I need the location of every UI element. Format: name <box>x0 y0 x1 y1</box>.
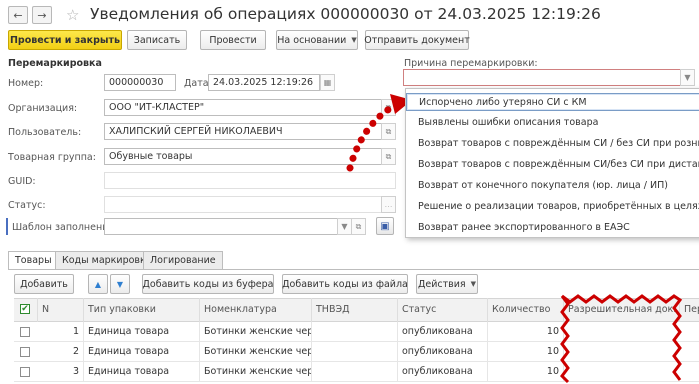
dropdown-item[interactable]: Решение о реализации товаров, приобретён… <box>406 198 699 216</box>
template-label: Шаблон заполнения: <box>12 222 118 233</box>
chevron-down-icon[interactable]: ▼ <box>680 69 695 86</box>
template-field[interactable] <box>104 218 338 235</box>
number-label: Номер: <box>8 78 44 89</box>
status-label: Статус: <box>8 200 46 211</box>
row-checkbox[interactable] <box>20 327 30 337</box>
dropdown-item[interactable]: Выявлены ошибки описания товара <box>406 114 699 132</box>
annotation-highlight-icon <box>560 294 683 384</box>
actions-button[interactable]: Действия ▼ <box>416 274 478 294</box>
status-cell: опубликована <box>398 362 488 382</box>
post-button[interactable]: Провести <box>200 30 266 50</box>
forward-button[interactable]: → <box>32 6 52 24</box>
column-header[interactable]: Номенклатура <box>200 298 312 322</box>
quantity-cell[interactable]: 10 <box>488 322 564 342</box>
row-checkbox[interactable] <box>20 347 30 357</box>
column-header[interactable]: N <box>38 298 84 322</box>
calendar-icon[interactable]: ▦ <box>320 74 335 91</box>
row-number: 3 <box>38 362 84 382</box>
tnved-cell[interactable] <box>312 362 398 382</box>
row-number: 1 <box>38 322 84 342</box>
column-header[interactable]: Тип упаковки <box>84 298 200 322</box>
reason-field[interactable] <box>403 69 681 86</box>
move-down-icon[interactable]: ▼ <box>110 274 130 294</box>
back-arrow-icon: ← <box>13 8 23 22</box>
save-button[interactable]: Записать <box>127 30 187 50</box>
status-field[interactable] <box>104 196 382 213</box>
template-marker <box>6 218 8 235</box>
based-on-button[interactable]: На основании ▼ <box>276 30 358 50</box>
save-template-icon[interactable]: ▣ <box>376 217 394 235</box>
move-up-icon[interactable]: ▲ <box>88 274 108 294</box>
open-link-icon[interactable]: ⧉ <box>351 218 366 235</box>
select-all-checkbox[interactable]: ✔ <box>14 298 38 322</box>
status-cell: опубликована <box>398 342 488 362</box>
row-number: 2 <box>38 342 84 362</box>
column-header[interactable]: Количество <box>488 298 564 322</box>
favorite-star-icon[interactable]: ☆ <box>66 6 79 24</box>
section-title: Перемаркировка <box>8 58 102 69</box>
dropdown-item[interactable]: Возврат товаров с повреждённым СИ/без СИ… <box>406 156 699 174</box>
add-row-button[interactable]: Добавить <box>14 274 74 294</box>
number-field[interactable]: 000000030 <box>104 74 176 91</box>
guid-label: GUID: <box>8 176 36 187</box>
chevron-down-icon: ▼ <box>470 280 477 288</box>
nomenclature-cell[interactable]: Ботинки женские чер... <box>200 322 312 342</box>
chevron-down-icon: ▼ <box>351 36 357 44</box>
tab-goods[interactable]: Товары <box>8 251 59 270</box>
tab-logging[interactable]: Логирование <box>143 251 223 269</box>
tnved-cell[interactable] <box>312 322 398 342</box>
row-checkbox[interactable] <box>20 367 30 377</box>
dropdown-item[interactable]: Возврат товаров с повреждённым СИ / без … <box>406 135 699 153</box>
forward-arrow-icon: → <box>37 8 47 22</box>
status-cell: опубликована <box>398 322 488 342</box>
chevron-down-icon[interactable]: ▼ <box>337 218 352 235</box>
package-type-cell[interactable]: Единица товара <box>84 342 200 362</box>
column-header[interactable]: ТНВЭД <box>312 298 398 322</box>
actions-label: Действия <box>417 278 466 290</box>
product-group-label: Товарная группа: <box>8 152 96 163</box>
quantity-cell[interactable]: 10 <box>488 342 564 362</box>
reason-label: Причина перемаркировки: <box>404 58 538 69</box>
date-field[interactable]: 24.03.2025 12:19:26 <box>208 74 320 91</box>
user-label: Пользователь: <box>8 127 82 138</box>
page-title: Уведомления об операциях 000000030 от 24… <box>90 5 601 23</box>
send-document-button[interactable]: Отправить документ <box>364 30 470 50</box>
nomenclature-cell[interactable]: Ботинки женские чер... <box>200 342 312 362</box>
package-type-cell[interactable]: Единица товара <box>84 322 200 342</box>
dropdown-item[interactable]: Возврат от конечного покупателя (юр. лиц… <box>406 177 699 195</box>
check-icon: ✔ <box>20 304 30 314</box>
add-codes-from-buffer-button[interactable]: Добавить коды из буфера <box>142 274 274 294</box>
tabs-divider <box>8 269 699 270</box>
back-button[interactable]: ← <box>8 6 28 24</box>
dropdown-item[interactable]: Испорчено либо утеряно СИ с КМ <box>406 93 699 111</box>
reason-dropdown-list: Испорчено либо утеряно СИ с КМ Выявлены … <box>405 88 699 238</box>
organization-label: Организация: <box>8 103 78 114</box>
column-header[interactable]: Статус <box>398 298 488 322</box>
nomenclature-cell[interactable]: Ботинки женские чер... <box>200 362 312 382</box>
more-icon[interactable]: … <box>381 196 396 213</box>
tnved-cell[interactable] <box>312 342 398 362</box>
quantity-cell[interactable]: 10 <box>488 362 564 382</box>
package-type-cell[interactable]: Единица товара <box>84 362 200 382</box>
add-codes-from-file-button[interactable]: Добавить коды из файла <box>282 274 408 294</box>
post-and-close-button[interactable]: Провести и закрыть <box>8 30 122 50</box>
dropdown-item[interactable]: Возврат ранее экспортированного в ЕАЭС <box>406 219 699 237</box>
based-on-label: На основании <box>277 34 347 46</box>
